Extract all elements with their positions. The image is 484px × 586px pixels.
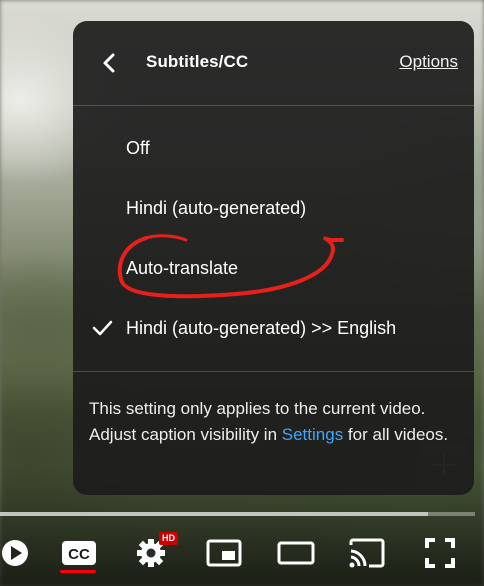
fullscreen-button[interactable] (420, 527, 460, 579)
caption-option-hindi-to-english[interactable]: Hindi (auto-generated) >> English (73, 298, 474, 358)
theater-mode-icon (277, 541, 315, 565)
check-icon (92, 320, 113, 336)
theater-mode-button[interactable] (272, 527, 320, 579)
fullscreen-icon (425, 538, 455, 568)
caption-settings-note: This setting only applies to the current… (89, 396, 459, 447)
cast-button[interactable] (344, 527, 390, 579)
chevron-left-icon (103, 53, 115, 73)
caption-option-auto-translate[interactable]: Auto-translate (73, 238, 474, 298)
menu-header: Subtitles/CC Options (73, 21, 474, 106)
menu-title: Subtitles/CC (146, 52, 249, 71)
cc-active-indicator (60, 570, 96, 573)
miniplayer-icon (206, 539, 242, 567)
hd-badge: HD (159, 532, 178, 545)
settings-link[interactable]: Settings (282, 425, 343, 444)
options-link[interactable]: Options (399, 52, 458, 72)
caption-option-hindi-auto[interactable]: Hindi (auto-generated) (73, 178, 474, 238)
cc-icon: CC (62, 541, 96, 565)
option-label: Hindi (auto-generated) >> English (126, 317, 397, 338)
subtitles-menu: Subtitles/CC Options Off Hindi (auto-gen… (73, 21, 474, 495)
play-icon (2, 540, 28, 566)
option-label: Auto-translate (126, 257, 239, 278)
progress-bar[interactable] (0, 512, 475, 516)
menu-divider (73, 371, 474, 372)
option-label: Off (126, 137, 150, 158)
svg-text:CC: CC (68, 546, 90, 563)
caption-option-off[interactable]: Off (73, 118, 474, 178)
progress-played (0, 512, 428, 516)
note-text-end: for all videos. (343, 424, 449, 444)
miniplayer-button[interactable] (202, 527, 246, 579)
cast-icon (349, 538, 385, 568)
option-label: Hindi (auto-generated) (126, 197, 307, 218)
back-button[interactable] (95, 49, 123, 77)
player-controls: CC (0, 527, 484, 582)
play-button[interactable] (0, 527, 30, 579)
caption-track-list: Off Hindi (auto-generated) Auto-translat… (73, 118, 474, 358)
